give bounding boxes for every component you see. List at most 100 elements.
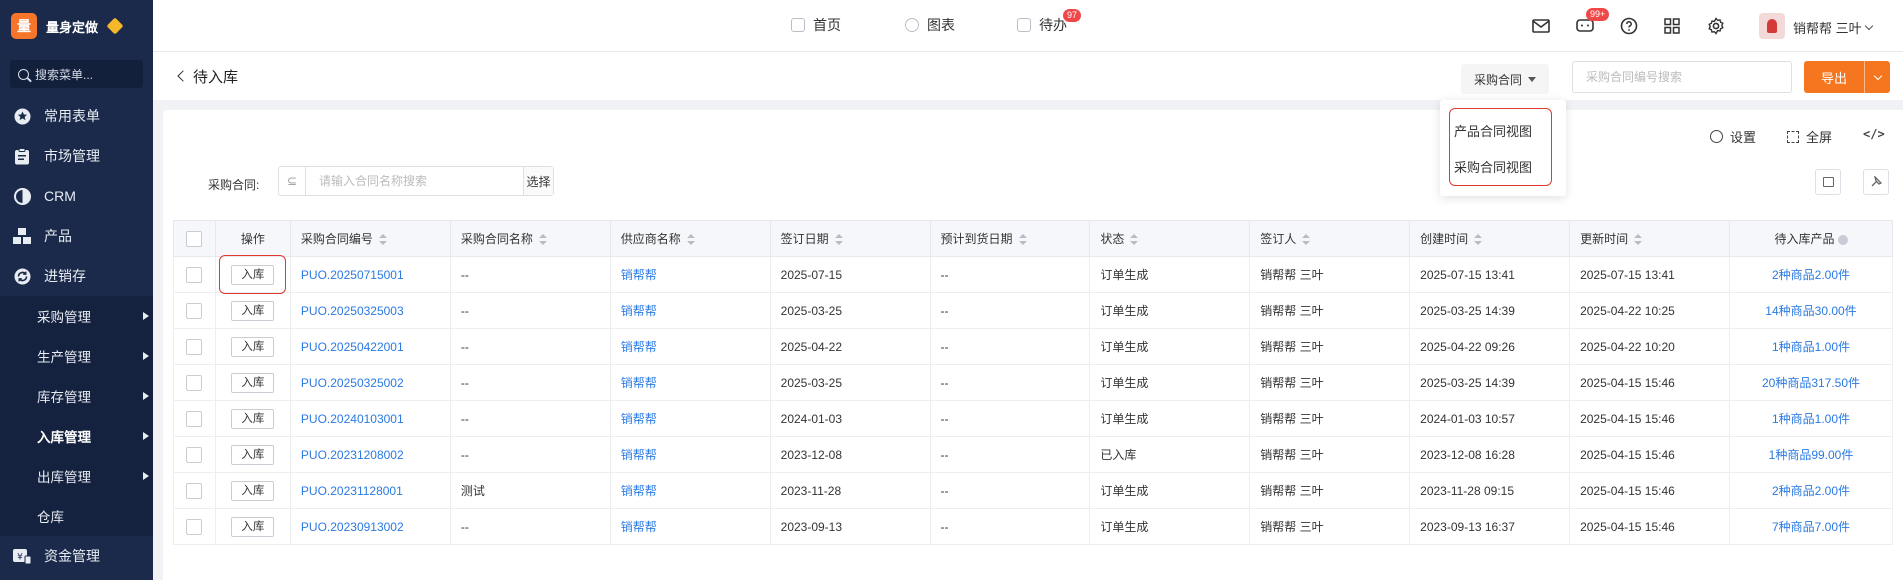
cell-products[interactable]: 2种商品2.00件 [1729,472,1893,509]
select-all-checkbox[interactable] [173,220,216,257]
cell-supplier[interactable]: 销帮帮 [609,400,771,437]
cell-contract-code[interactable]: PUO.20231128001 [289,472,451,509]
inbound-button[interactable]: 入库 [231,444,275,465]
sidebar-item-products[interactable]: 产品 [0,216,153,256]
sort-icon[interactable] [1634,234,1643,246]
subset-icon[interactable]: ⊆ [279,167,306,195]
select-button[interactable]: 选择 [523,167,553,195]
sidebar-item-finance[interactable]: ¥ 资金管理 [0,536,153,576]
inbound-button[interactable]: 入库 [231,372,275,393]
cell-products[interactable]: 1种商品1.00件 [1729,400,1893,437]
cell-contract-code[interactable]: PUO.20240103001 [289,400,451,437]
cell-products-text[interactable]: 20种商品317.50件 [1762,376,1860,390]
inbound-button[interactable]: 入库 [231,516,275,537]
cell-contract-code[interactable]: PUO.20231208002 [289,436,451,473]
tab-home[interactable]: 首页 [791,15,841,35]
inbound-button[interactable]: 入库 [231,336,275,357]
cell-contract-code[interactable]: PUO.20250422001 [289,328,451,365]
dropdown-item-purchase-contract-view[interactable]: 采购合同视图 [1440,148,1566,184]
cell-contract-code-text[interactable]: PUO.20240103001 [301,412,404,426]
sidebar-item-market[interactable]: 市场管理 [0,136,153,176]
inbound-button[interactable]: 入库 [231,408,275,429]
cell-supplier-text[interactable]: 销帮帮 [621,484,657,498]
row-checkbox[interactable] [186,374,203,391]
info-icon[interactable] [1837,234,1848,245]
cell-contract-code-text[interactable]: PUO.20250325003 [301,304,404,318]
cell-supplier[interactable]: 销帮帮 [609,472,771,509]
sidebar-subitem-outbound[interactable]: 出库管理 [0,456,153,496]
export-button[interactable]: 导出 [1804,61,1890,93]
cell-products-text[interactable]: 1种商品1.00件 [1772,412,1850,426]
pin-button[interactable] [1863,169,1889,195]
row-checkbox[interactable] [186,482,203,499]
cell-supplier[interactable]: 销帮帮 [609,508,771,545]
table-row[interactable]: 入库 PUO.20240103001 -- 销帮帮 2024-01-03 -- 订单生成 销帮… [173,400,1893,437]
cell-contract-code-text[interactable]: PUO.20230913002 [301,520,404,534]
sort-icon[interactable] [1018,234,1027,246]
contract-type-select[interactable]: 采购合同 [1461,64,1549,94]
cell-contract-code-text[interactable]: PUO.20231128001 [301,484,403,498]
cell-supplier-text[interactable]: 销帮帮 [621,412,657,426]
cell-supplier[interactable]: 销帮帮 [609,436,771,473]
cell-products-text[interactable]: 2种商品2.00件 [1772,268,1850,282]
sort-icon[interactable] [1474,234,1483,246]
settings-button[interactable] [1705,15,1727,37]
table-row[interactable]: 入库 PUO.20250325002 -- 销帮帮 2025-03-25 -- 订单生成 销帮… [173,364,1893,401]
print-button[interactable] [1815,169,1841,195]
sidebar-item-crm[interactable]: CRM [0,176,153,216]
cell-supplier-text[interactable]: 销帮帮 [621,304,657,318]
row-checkbox[interactable] [186,446,203,463]
cell-supplier-text[interactable]: 销帮帮 [621,520,657,534]
cell-supplier-text[interactable]: 销帮帮 [621,376,657,390]
sidebar-subitem-inbound[interactable]: 入库管理 [0,416,153,456]
sort-icon[interactable] [1130,234,1139,246]
col-header-sign-date[interactable]: 签订日期 [769,220,931,257]
cell-products[interactable]: 20种商品317.50件 [1729,364,1893,401]
table-row[interactable]: 入库 PUO.20250422001 -- 销帮帮 2025-04-22 -- 订单生成 销帮… [173,328,1893,365]
inbound-button[interactable]: 入库 [231,480,275,501]
cell-supplier[interactable]: 销帮帮 [609,364,771,401]
cell-contract-code-text[interactable]: PUO.20250715001 [301,268,404,282]
sort-icon[interactable] [1302,234,1311,246]
col-header-status[interactable]: 状态 [1089,220,1251,257]
user-menu[interactable]: 销帮帮 三叶 [1793,18,1873,37]
cell-products[interactable]: 1种商品1.00件 [1729,328,1893,365]
cell-products[interactable]: 2种商品2.00件 [1729,256,1893,293]
row-checkbox[interactable] [186,518,203,535]
cell-products-text[interactable]: 1种商品1.00件 [1772,340,1850,354]
table-row[interactable]: 入库 PUO.20250325003 -- 销帮帮 2025-03-25 -- 订单生成 销帮… [173,292,1893,329]
dropdown-item-product-contract-view[interactable]: 产品合同视图 [1440,112,1566,148]
cell-products[interactable]: 14种商品30.00件 [1729,292,1893,329]
cell-supplier[interactable]: 销帮帮 [609,256,771,293]
table-row[interactable]: 入库 PUO.20250715001 -- 销帮帮 2025-07-15 -- 订单生成 销帮… [173,256,1893,293]
table-row[interactable]: 入库 PUO.20231128001 测试 销帮帮 2023-11-28 -- 订单生成 销帮… [173,472,1893,509]
cell-contract-code-text[interactable]: PUO.20250422001 [301,340,404,354]
cell-products-text[interactable]: 2种商品2.00件 [1772,484,1850,498]
contract-code-search-input[interactable]: 采购合同编号搜索 [1572,61,1792,93]
col-header-updated[interactable]: 更新时间 [1569,220,1730,257]
cell-supplier-text[interactable]: 销帮帮 [621,340,657,354]
settings-tool[interactable]: 设置 [1710,127,1756,146]
sort-icon[interactable] [538,234,547,246]
checkbox[interactable] [186,230,203,247]
sidebar-subitem-purchase[interactable]: 采购管理 [0,296,153,336]
cell-supplier[interactable]: 销帮帮 [609,292,771,329]
row-checkbox[interactable] [186,302,203,319]
fullscreen-tool[interactable]: 全屏 [1787,127,1832,146]
col-header-name[interactable]: 采购合同名称 [449,220,611,257]
col-header-supplier[interactable]: 供应商名称 [609,220,771,257]
help-button[interactable] [1618,15,1640,37]
avatar[interactable] [1759,13,1785,39]
export-dropdown-toggle[interactable] [1865,71,1890,80]
tab-todo[interactable]: 待办 97 [1017,9,1082,35]
table-row[interactable]: 入库 PUO.20230913002 -- 销帮帮 2023-09-13 -- 订单生成 销帮… [173,508,1893,545]
cell-supplier-text[interactable]: 销帮帮 [621,268,657,282]
sidebar-item-common-forms[interactable]: 常用表单 [0,96,153,136]
row-checkbox[interactable] [186,266,203,283]
cell-products[interactable]: 7种商品7.00件 [1729,508,1893,545]
brand[interactable]: 量 量身定做 [0,0,153,52]
row-checkbox[interactable] [186,410,203,427]
sidebar-item-inventory[interactable]: 进销存 [0,256,153,296]
inbound-button[interactable]: 入库 [231,300,275,321]
cell-contract-code[interactable]: PUO.20250325002 [289,364,451,401]
